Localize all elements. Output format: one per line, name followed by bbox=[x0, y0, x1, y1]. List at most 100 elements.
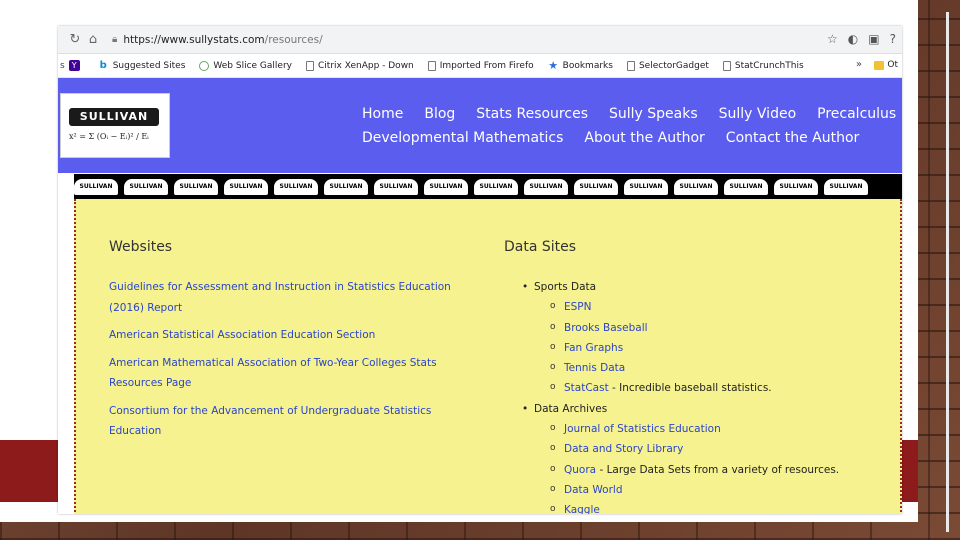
folder-icon bbox=[874, 60, 885, 70]
pattern-logo: SULLIVAN bbox=[374, 178, 418, 195]
list-item: Journal of Statistics Education bbox=[534, 418, 884, 439]
data-site-link[interactable]: Data and Story Library bbox=[564, 443, 683, 455]
pattern-logo: SULLIVAN bbox=[524, 178, 568, 195]
folder-label: Ot bbox=[887, 60, 898, 70]
pattern-logo: SULLIVAN bbox=[324, 178, 368, 195]
site-header: SULLIVAN x² = Σ (Oᵢ − Eᵢ)² / Eᵢ Home Blo… bbox=[58, 78, 902, 173]
bookmark-label: Imported From Firefo bbox=[439, 60, 534, 71]
bookmark-label: Citrix XenApp - Down bbox=[318, 60, 414, 71]
page-icon bbox=[626, 60, 635, 71]
reload-icon[interactable]: ↻ bbox=[66, 32, 84, 47]
sports-data-list: ESPN Brooks Baseball Fan Graphs Tennis D… bbox=[534, 296, 884, 398]
nav-precalculus[interactable]: Precalculus bbox=[817, 106, 896, 122]
extension-box-icon[interactable]: ▣ bbox=[868, 32, 879, 46]
data-site-link[interactable]: Kaggle bbox=[564, 504, 600, 514]
page-icon bbox=[306, 60, 314, 71]
data-site-link[interactable]: Data World bbox=[564, 484, 623, 496]
address-bar: ↻ ⌂ 🔒︎ https://www.sullystats.com/resour… bbox=[58, 26, 902, 54]
pattern-logo: SULLIVAN bbox=[274, 178, 318, 195]
nav-sully-video[interactable]: Sully Video bbox=[719, 106, 797, 122]
data-site-link[interactable]: StatCast bbox=[564, 382, 609, 394]
data-site-link[interactable]: Fan Graphs bbox=[564, 342, 623, 354]
website-link[interactable]: American Mathematical Association of Two… bbox=[109, 353, 469, 394]
list-item: Data World bbox=[534, 479, 884, 500]
bookmark-label: Suggested Sites bbox=[112, 60, 186, 71]
url-path: /resources/ bbox=[264, 33, 323, 46]
data-site-link[interactable]: ESPN bbox=[564, 301, 592, 313]
browser-window: ↻ ⌂ 🔒︎ https://www.sullystats.com/resour… bbox=[58, 26, 902, 514]
bookmark-item[interactable]: Web Slice Gallery bbox=[199, 60, 292, 71]
list-item: Data Archives Journal of Statistics Educ… bbox=[504, 399, 884, 514]
globe-icon bbox=[199, 60, 210, 71]
page-icon bbox=[722, 60, 731, 71]
data-site-description: - Large Data Sets from a variety of reso… bbox=[596, 463, 840, 476]
bookmark-item[interactable]: SelectorGadget bbox=[626, 60, 709, 71]
logo-text: SULLIVAN bbox=[69, 108, 159, 126]
data-sites-heading: Data Sites bbox=[504, 239, 577, 255]
slide-frame-line bbox=[946, 12, 949, 532]
pattern-logo: SULLIVAN bbox=[624, 178, 668, 195]
bookmark-item[interactable]: Citrix XenApp - Down bbox=[306, 60, 414, 71]
data-archives-list: Journal of Statistics Education Data and… bbox=[534, 418, 884, 514]
pattern-logo: SULLIVAN bbox=[424, 178, 468, 195]
yahoo-icon: Y bbox=[68, 60, 80, 71]
pattern-logo: SULLIVAN bbox=[674, 178, 718, 195]
bookmarks-bar: s Y b Suggested Sites Web Slice Gallery C… bbox=[58, 54, 902, 78]
list-item: StatCast - Incredible baseball statistic… bbox=[534, 377, 884, 398]
data-sites-list: Sports Data ESPN Brooks Baseball Fan Gra… bbox=[504, 277, 884, 514]
list-item: Quora - Large Data Sets from a variety o… bbox=[534, 459, 884, 480]
logo-formula: x² = Σ (Oᵢ − Eᵢ)² / Eᵢ bbox=[69, 132, 149, 141]
data-archives-label: Data Archives bbox=[534, 402, 608, 415]
logo-pattern-strip: SULLIVAN SULLIVAN SULLIVAN SULLIVAN SULLIVAN… bbox=[74, 174, 902, 199]
bookmark-star-icon[interactable]: ☆ bbox=[827, 32, 838, 46]
nav-sully-speaks[interactable]: Sully Speaks bbox=[609, 106, 698, 122]
list-item: Data and Story Library bbox=[534, 438, 884, 459]
help-icon[interactable]: ? bbox=[890, 32, 896, 46]
website-link[interactable]: American Statistical Association Educati… bbox=[109, 325, 469, 346]
bookmarks-overflow-button[interactable]: » bbox=[856, 59, 862, 70]
data-sites-column: Data Sites Sports Data ESPN Brooks Baseb… bbox=[504, 239, 884, 514]
pattern-logo: SULLIVAN bbox=[74, 178, 118, 195]
nav-home[interactable]: Home bbox=[362, 106, 403, 122]
star-icon: ★ bbox=[547, 59, 559, 72]
site-logo[interactable]: SULLIVAN x² = Σ (Oᵢ − Eᵢ)² / Eᵢ bbox=[60, 93, 170, 158]
nav-about-author[interactable]: About the Author bbox=[584, 130, 704, 146]
bookmark-label: Web Slice Gallery bbox=[213, 60, 292, 71]
list-item: Tennis Data bbox=[534, 357, 884, 378]
pattern-logo: SULLIVAN bbox=[474, 178, 518, 195]
bookmark-item[interactable]: ★ Bookmarks bbox=[547, 59, 613, 72]
bookmark-item[interactable]: b Suggested Sites bbox=[97, 60, 186, 71]
nav-stats-resources[interactable]: Stats Resources bbox=[476, 106, 588, 122]
bookmark-yahoo[interactable]: Y bbox=[68, 60, 84, 71]
bing-icon: b bbox=[97, 60, 109, 71]
pattern-logo: SULLIVAN bbox=[224, 178, 268, 195]
toolbar-icons: ☆ ◐ ▣ ? bbox=[827, 32, 896, 46]
pattern-logo: SULLIVAN bbox=[724, 178, 768, 195]
nav-contact-author[interactable]: Contact the Author bbox=[726, 130, 859, 146]
lock-icon[interactable]: 🔒︎ bbox=[112, 34, 117, 45]
home-icon[interactable]: ⌂ bbox=[84, 32, 102, 47]
data-site-link[interactable]: Quora bbox=[564, 464, 596, 476]
pattern-logo: SULLIVAN bbox=[574, 178, 618, 195]
pattern-logo: SULLIVAN bbox=[824, 178, 868, 195]
data-site-link[interactable]: Tennis Data bbox=[564, 362, 625, 374]
list-item: Kaggle bbox=[534, 499, 884, 514]
other-bookmarks-folder[interactable]: Ot bbox=[874, 60, 898, 70]
apps-icon[interactable]: s bbox=[60, 61, 65, 71]
extension-icon[interactable]: ◐ bbox=[848, 32, 858, 46]
url-domain: https://www.sullystats.com bbox=[123, 33, 265, 46]
nav-developmental-mathematics[interactable]: Developmental Mathematics bbox=[362, 130, 563, 146]
data-site-link[interactable]: Journal of Statistics Education bbox=[564, 423, 721, 435]
bookmark-item[interactable]: StatCrunchThis bbox=[722, 60, 804, 71]
website-link[interactable]: Guidelines for Assessment and Instructio… bbox=[109, 277, 469, 318]
bookmark-label: StatCrunchThis bbox=[734, 60, 804, 71]
list-item: Sports Data ESPN Brooks Baseball Fan Gra… bbox=[504, 277, 884, 399]
bookmark-label: Bookmarks bbox=[562, 60, 613, 71]
url-field[interactable]: https://www.sullystats.com/resources/ bbox=[123, 34, 322, 46]
website-link[interactable]: Consortium for the Advancement of Underg… bbox=[109, 401, 469, 442]
nav-blog[interactable]: Blog bbox=[424, 106, 455, 122]
resources-content: Websites Guidelines for Assessment and I… bbox=[74, 199, 902, 514]
data-site-link[interactable]: Brooks Baseball bbox=[564, 322, 648, 334]
main-nav-row-1: Home Blog Stats Resources Sully Speaks S… bbox=[362, 106, 896, 122]
bookmark-item[interactable]: Imported From Firefo bbox=[427, 60, 534, 71]
